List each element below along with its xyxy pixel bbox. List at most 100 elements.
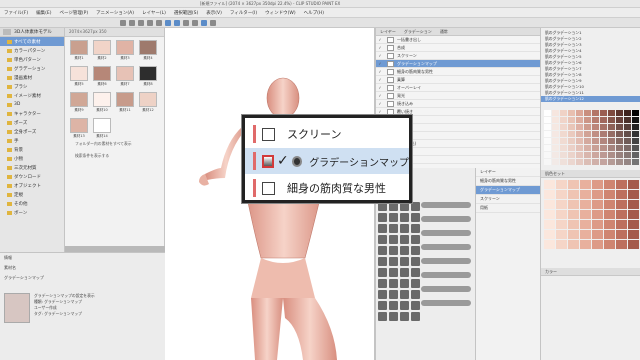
- color-swatch[interactable]: [584, 124, 591, 130]
- skin-swatch[interactable]: [604, 210, 615, 219]
- visibility-check-icon[interactable]: ✓: [376, 69, 384, 74]
- tab-layer[interactable]: レイヤー: [376, 28, 400, 35]
- tool-icon[interactable]: [411, 279, 420, 288]
- color-swatch[interactable]: [592, 131, 599, 137]
- tool-icon[interactable]: [411, 301, 420, 310]
- visibility-check-icon[interactable]: ✓: [376, 45, 384, 50]
- tool-icon[interactable]: [400, 213, 409, 222]
- color-swatch[interactable]: [632, 159, 639, 165]
- tool-icon[interactable]: [400, 235, 409, 244]
- skin-swatch[interactable]: [592, 220, 603, 229]
- skin-swatch[interactable]: [580, 180, 591, 189]
- skin-swatch[interactable]: [580, 200, 591, 209]
- color-swatch[interactable]: [624, 131, 631, 137]
- material-thumbnail[interactable]: 素材7: [115, 66, 135, 88]
- color-swatch[interactable]: [600, 110, 607, 116]
- color-swatch[interactable]: [560, 131, 567, 137]
- tool-icon[interactable]: [378, 301, 387, 310]
- color-swatch[interactable]: [616, 138, 623, 144]
- skin-swatch[interactable]: [580, 230, 591, 239]
- color-swatch[interactable]: [552, 159, 559, 165]
- tool-icon[interactable]: [400, 202, 409, 211]
- menu-file[interactable]: ファイル(F): [4, 10, 28, 16]
- skin-swatch[interactable]: [592, 200, 603, 209]
- tool-icon[interactable]: [411, 202, 420, 211]
- color-swatch[interactable]: [544, 117, 551, 123]
- layer-row-figure[interactable]: 細身の筋肉質な男性: [245, 175, 409, 201]
- color-swatch[interactable]: [584, 110, 591, 116]
- tree-item[interactable]: ダウンロード: [0, 172, 64, 181]
- open-file-icon[interactable]: [129, 19, 135, 26]
- skin-swatch[interactable]: [556, 220, 567, 229]
- color-swatch[interactable]: [560, 117, 567, 123]
- tool-icon[interactable]: [389, 312, 398, 321]
- color-swatch[interactable]: [608, 124, 615, 130]
- tool-icon[interactable]: [378, 312, 387, 321]
- material-search[interactable]: 3D人体素体モデル: [0, 28, 64, 37]
- visibility-check-icon[interactable]: ✓: [376, 109, 384, 114]
- skin-swatch[interactable]: [628, 180, 639, 189]
- color-swatch[interactable]: [568, 117, 575, 123]
- skin-swatch[interactable]: [616, 180, 627, 189]
- menu-help[interactable]: ヘルプ(H): [304, 10, 324, 16]
- color-swatch[interactable]: [624, 159, 631, 165]
- tree-item[interactable]: 小物: [0, 154, 64, 163]
- tab-normal[interactable]: 通常: [436, 28, 452, 35]
- tool-icon[interactable]: [378, 290, 387, 299]
- color-swatch[interactable]: [568, 152, 575, 158]
- color-swatch[interactable]: [584, 152, 591, 158]
- color-swatch[interactable]: [584, 138, 591, 144]
- color-swatch[interactable]: [616, 124, 623, 130]
- color-swatch[interactable]: [584, 145, 591, 151]
- search-condition-label[interactable]: 検索条件を表示する: [75, 153, 109, 159]
- blend-mode-row[interactable]: ✓ 細身の筋肉質な男性: [376, 68, 540, 76]
- color-swatch[interactable]: [600, 138, 607, 144]
- tool-icon[interactable]: [389, 257, 398, 266]
- gradient-set-item[interactable]: 肌のグラデーション12: [541, 96, 640, 102]
- color-swatch[interactable]: [592, 117, 599, 123]
- color-swatch[interactable]: [576, 159, 583, 165]
- tree-item[interactable]: オブジェクト: [0, 181, 64, 190]
- skin-swatch[interactable]: [544, 210, 555, 219]
- color-swatch[interactable]: [616, 159, 623, 165]
- tool-icon[interactable]: [378, 235, 387, 244]
- color-swatch[interactable]: [632, 117, 639, 123]
- fill-icon[interactable]: [192, 19, 198, 26]
- tool-icon[interactable]: [389, 235, 398, 244]
- tool-icon[interactable]: [411, 224, 420, 233]
- tool-icon[interactable]: [389, 246, 398, 255]
- material-thumbnail[interactable]: 素材14: [92, 118, 112, 140]
- color-swatch[interactable]: [616, 145, 623, 151]
- color-swatch[interactable]: [608, 152, 615, 158]
- color-swatch[interactable]: [592, 159, 599, 165]
- menu-edit[interactable]: 編集(E): [36, 10, 51, 16]
- tree-item[interactable]: イメージ素材: [0, 91, 64, 100]
- color-swatch[interactable]: [576, 117, 583, 123]
- color-swatch[interactable]: [624, 138, 631, 144]
- color-swatch[interactable]: [584, 131, 591, 137]
- color-swatch[interactable]: [544, 138, 551, 144]
- color-swatch[interactable]: [632, 124, 639, 130]
- blend-mode-row[interactable]: ✓ スクリーン: [376, 52, 540, 60]
- menu-animation[interactable]: アニメーション(A): [96, 10, 134, 16]
- tool-icon[interactable]: [389, 301, 398, 310]
- layer-panel-row[interactable]: 細身の筋肉質な男性: [476, 177, 540, 186]
- skin-swatch[interactable]: [592, 210, 603, 219]
- tool-icon[interactable]: [378, 268, 387, 277]
- skin-swatch[interactable]: [628, 230, 639, 239]
- color-swatch[interactable]: [560, 152, 567, 158]
- color-swatch[interactable]: [632, 131, 639, 137]
- material-thumbnail[interactable]: 素材2: [92, 40, 112, 62]
- tree-item[interactable]: ポーズ: [0, 118, 64, 127]
- color-swatch[interactable]: [552, 145, 559, 151]
- color-swatch[interactable]: [632, 152, 639, 158]
- skin-swatch[interactable]: [628, 240, 639, 249]
- color-swatch[interactable]: [584, 117, 591, 123]
- snap-icon[interactable]: [201, 19, 207, 26]
- visibility-check-icon[interactable]: ✓: [376, 77, 384, 82]
- tree-item[interactable]: 3D: [0, 100, 64, 109]
- skin-swatch[interactable]: [544, 230, 555, 239]
- tool-icon[interactable]: [411, 257, 420, 266]
- material-thumbnail[interactable]: 素材1: [69, 40, 89, 62]
- tree-item[interactable]: 背景: [0, 145, 64, 154]
